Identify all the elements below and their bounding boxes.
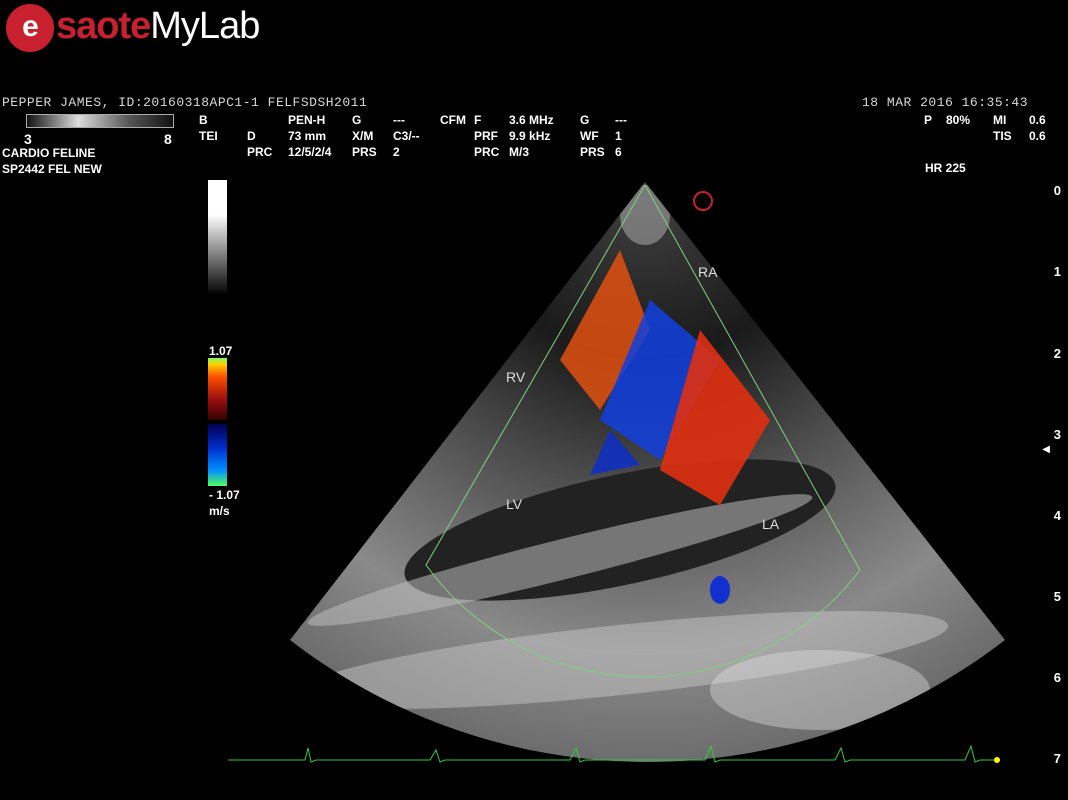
label-la: LA [762,516,780,532]
depth-tick-7: 7 [1053,751,1061,766]
depth-tick-3: 3 [1053,427,1061,442]
ultrasound-image [228,182,1005,763]
depth-tick-1: 1 [1053,264,1061,279]
depth-tick-6: 6 [1053,670,1061,685]
probe-orientation-icon [693,191,713,211]
label-rv: RV [506,369,526,385]
depth-tick-4: 4 [1053,508,1061,523]
ecg-position-marker [994,757,1000,763]
depth-tick-2: 2 [1053,346,1061,361]
focus-marker-icon[interactable]: ◀ [1042,444,1050,455]
label-ra: RA [698,264,718,280]
depth-tick-0: 0 [1053,183,1061,198]
depth-tick-5: 5 [1053,589,1061,604]
label-lv: LV [506,496,523,512]
